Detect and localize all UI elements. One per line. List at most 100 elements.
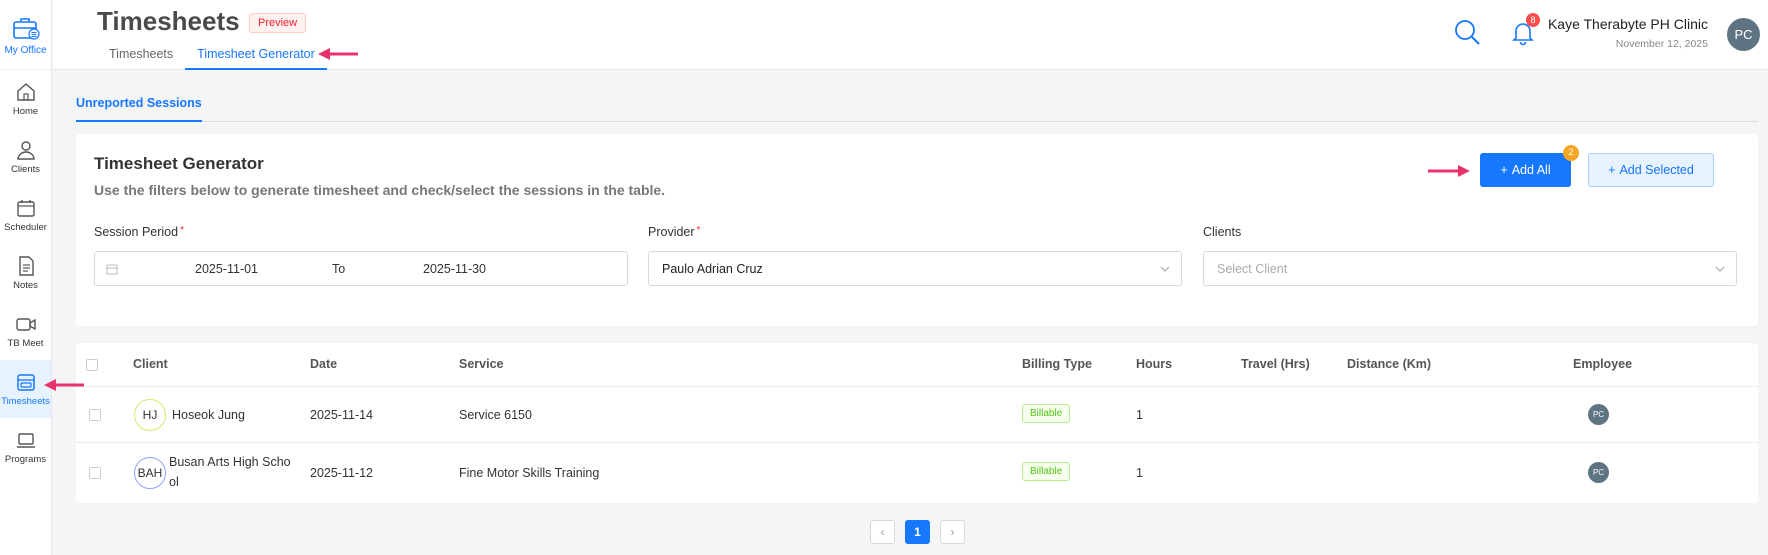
- table-row[interactable]: BAH Busan Arts High Scho ol 2025-11-12 F…: [76, 444, 1758, 503]
- client-name-wrap: ol: [169, 475, 179, 489]
- date-end-input[interactable]: 2025-11-30: [423, 262, 486, 276]
- search-icon[interactable]: [1453, 18, 1481, 46]
- page-title: Timesheets: [97, 6, 240, 36]
- required-mark: *: [180, 225, 184, 236]
- row-checkbox[interactable]: [89, 409, 101, 421]
- column-header-client: Client: [133, 357, 168, 371]
- plus-icon: +: [1500, 163, 1508, 177]
- generator-title: Timesheet Generator: [94, 154, 264, 173]
- client-name: Hoseok Jung: [172, 408, 245, 422]
- table-row[interactable]: HJ Hoseok Jung 2025-11-14 Service 6150 B…: [76, 387, 1758, 443]
- clients-select[interactable]: Select Client: [1203, 251, 1737, 286]
- billing-type-badge: Billable: [1022, 462, 1071, 481]
- user-icon: [16, 141, 35, 160]
- calendar-icon: [16, 200, 35, 217]
- column-header-distance: Distance (Km): [1347, 357, 1432, 371]
- clients-label: Clients: [1203, 225, 1242, 239]
- service-name: Service 6150: [459, 408, 532, 422]
- tab-unreported-sessions[interactable]: Unreported Sessions: [76, 96, 202, 122]
- video-icon: [15, 318, 36, 331]
- date-start-input[interactable]: 2025-11-01: [195, 262, 258, 276]
- sidebar-item-notes[interactable]: Notes: [0, 244, 51, 302]
- chevron-down-icon: [1715, 266, 1725, 272]
- annotation-arrow-icon: [318, 48, 358, 60]
- annotation-arrow-icon: [1428, 165, 1470, 177]
- page-1-button[interactable]: 1: [905, 520, 930, 544]
- tab-timesheets[interactable]: Timesheets: [97, 40, 185, 70]
- generator-subtitle: Use the filters below to generate timesh…: [94, 182, 666, 198]
- column-header-date: Date: [310, 357, 338, 371]
- pagination: ‹ 1 ›: [870, 520, 965, 544]
- briefcase-icon: [12, 17, 40, 40]
- service-name: Fine Motor Skills Training: [459, 466, 600, 480]
- organization-name: Kaye Therabyte PH Clinic: [1547, 16, 1708, 32]
- session-period-range-picker[interactable]: 2025-11-01 To 2025-11-30: [94, 251, 628, 286]
- column-header-hours: Hours: [1136, 357, 1173, 371]
- annotation-arrow-icon: [44, 379, 84, 391]
- current-date: November 12, 2025: [1615, 38, 1708, 50]
- home-icon: [16, 83, 35, 101]
- next-page-button[interactable]: ›: [940, 520, 965, 544]
- add-all-count-badge: 2: [1563, 145, 1579, 161]
- provider-select[interactable]: Paulo Adrian Cruz: [648, 251, 1182, 286]
- preview-badge: Preview: [249, 13, 307, 33]
- client-avatar: HJ: [134, 399, 166, 431]
- sidebar-item-label: Clients: [10, 164, 41, 175]
- notification-count-badge: 8: [1526, 13, 1540, 27]
- user-avatar[interactable]: PC: [1727, 18, 1760, 51]
- hours-value: 1: [1136, 408, 1143, 422]
- add-all-button[interactable]: + Add All: [1480, 153, 1571, 187]
- laptop-icon: [16, 433, 35, 448]
- employee-avatar: PC: [1588, 462, 1609, 483]
- session-date: 2025-11-12: [310, 466, 374, 480]
- provider-label: Provider *: [648, 225, 700, 239]
- page-header: Timesheets Preview Timesheets Timesheet …: [53, 0, 1768, 70]
- sidebar-item-programs[interactable]: Programs: [0, 418, 51, 476]
- sidebar-item-label: Home: [12, 106, 39, 117]
- sidebar-item-tb-meet[interactable]: TB Meet: [0, 302, 51, 360]
- required-mark: *: [696, 225, 701, 236]
- sidebar-item-label: TB Meet: [7, 338, 44, 349]
- sidebar-item-clients[interactable]: Clients: [0, 128, 51, 186]
- add-selected-label: Add Selected: [1619, 163, 1694, 177]
- column-header-service: Service: [459, 357, 504, 371]
- tab-timesheet-generator[interactable]: Timesheet Generator: [185, 40, 327, 70]
- session-period-label: Session Period *: [94, 225, 184, 239]
- subtabs: Unreported Sessions: [76, 80, 1758, 122]
- prev-page-button[interactable]: ‹: [870, 520, 895, 544]
- sidebar-item-home[interactable]: Home: [0, 70, 51, 128]
- employee-avatar: PC: [1588, 404, 1609, 425]
- my-office-label: My Office: [4, 44, 47, 56]
- sidebar-item-label: Timesheets: [1, 396, 50, 407]
- sidebar-item-label: Programs: [4, 454, 47, 465]
- column-header-travel: Travel (Hrs): [1241, 357, 1310, 371]
- add-all-label: Add All: [1511, 163, 1551, 177]
- chevron-down-icon: [1160, 266, 1170, 272]
- timesheet-generator-card: Timesheet Generator Use the filters belo…: [76, 134, 1758, 326]
- select-all-checkbox[interactable]: [86, 359, 98, 371]
- calendar-icon: [106, 264, 118, 275]
- date-range-separator: To: [332, 262, 346, 276]
- sidebar-item-scheduler[interactable]: Scheduler: [0, 186, 51, 244]
- client-name: Busan Arts High Scho: [169, 455, 291, 469]
- header-tabs: Timesheets Timesheet Generator: [97, 40, 327, 70]
- timesheet-icon: [16, 374, 35, 391]
- provider-label-text: Provider: [648, 225, 695, 239]
- sessions-table: Client Date Service Billing Type Hours T…: [76, 343, 1758, 503]
- sidebar-item-label: Notes: [13, 280, 38, 291]
- hours-value: 1: [1136, 466, 1143, 480]
- column-header-employee: Employee: [1573, 357, 1633, 371]
- add-selected-button[interactable]: + Add Selected: [1588, 153, 1714, 187]
- column-header-billing-type: Billing Type: [1022, 357, 1092, 371]
- clients-placeholder: Select Client: [1217, 261, 1288, 276]
- session-date: 2025-11-14: [310, 408, 374, 422]
- provider-selected-value: Paulo Adrian Cruz: [662, 261, 763, 276]
- document-icon: [18, 256, 34, 276]
- row-checkbox[interactable]: [89, 467, 101, 479]
- client-avatar: BAH: [134, 457, 166, 489]
- billing-type-badge: Billable: [1022, 404, 1071, 423]
- plus-icon: +: [1608, 163, 1616, 177]
- sidebar: My Office Home Clients Scheduler Notes T…: [0, 0, 52, 555]
- sidebar-item-label: Scheduler: [4, 222, 47, 233]
- my-office-link[interactable]: My Office: [0, 0, 51, 70]
